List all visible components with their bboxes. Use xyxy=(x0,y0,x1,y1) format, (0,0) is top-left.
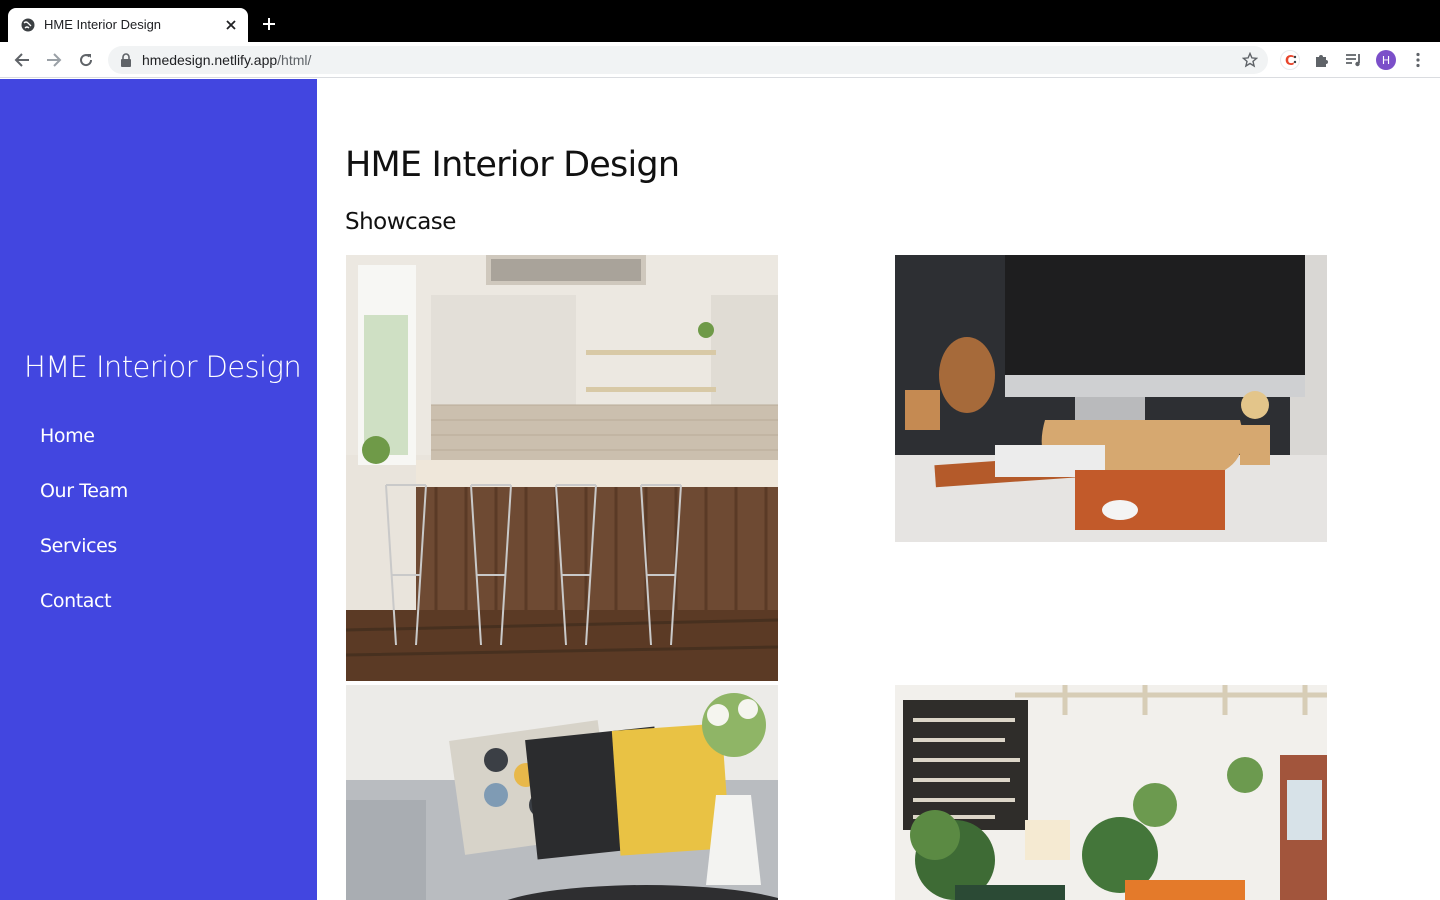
kitchen-photo xyxy=(346,255,778,681)
url-path: /html/ xyxy=(277,52,312,68)
nav-link-home[interactable]: Home xyxy=(40,423,128,478)
living-room-sofa-photo xyxy=(346,685,778,900)
page-title: HME Interior Design xyxy=(345,145,680,185)
browser-tab[interactable]: HME Interior Design xyxy=(8,8,248,42)
browser-tabstrip: HME Interior Design xyxy=(0,0,1440,42)
address-bar[interactable]: hmedesign.netlify.app/html/ xyxy=(108,46,1268,74)
sidebar-brand: HME Interior Design xyxy=(24,350,302,384)
close-icon[interactable] xyxy=(222,16,240,34)
media-queue-icon[interactable] xyxy=(1344,50,1364,70)
back-icon[interactable] xyxy=(12,50,32,70)
lock-icon xyxy=(120,53,132,67)
forward-icon[interactable] xyxy=(44,50,64,70)
svg-text:C: C xyxy=(1285,54,1295,69)
kebab-menu-icon[interactable] xyxy=(1408,50,1428,70)
section-title-showcase: Showcase xyxy=(345,209,456,235)
main-content: HME Interior Design Showcase xyxy=(345,79,1440,900)
sidebar: HME Interior Design Home Our Team Servic… xyxy=(0,79,317,900)
extension-c-icon[interactable]: C xyxy=(1280,50,1300,70)
desk-setup-photo xyxy=(895,255,1327,542)
profile-avatar[interactable]: H xyxy=(1376,50,1396,70)
sidebar-nav: Home Our Team Services Contact xyxy=(40,423,128,643)
star-icon[interactable] xyxy=(1241,51,1259,68)
url-host: hmedesign.netlify.app xyxy=(142,52,278,68)
globe-icon xyxy=(21,18,35,32)
nav-link-our-team[interactable]: Our Team xyxy=(40,478,128,533)
nav-link-services[interactable]: Services xyxy=(40,533,128,588)
tab-title: HME Interior Design xyxy=(44,17,162,32)
reload-icon[interactable] xyxy=(76,50,96,70)
url-text: hmedesign.netlify.app/html/ xyxy=(142,52,311,68)
plant-studio-photo xyxy=(895,685,1327,900)
plus-icon[interactable] xyxy=(260,15,278,33)
browser-toolbar: hmedesign.netlify.app/html/ C H xyxy=(0,42,1440,78)
puzzle-icon[interactable] xyxy=(1312,50,1332,70)
nav-link-contact[interactable]: Contact xyxy=(40,588,128,643)
web-page: HME Interior Design Home Our Team Servic… xyxy=(0,79,1440,900)
